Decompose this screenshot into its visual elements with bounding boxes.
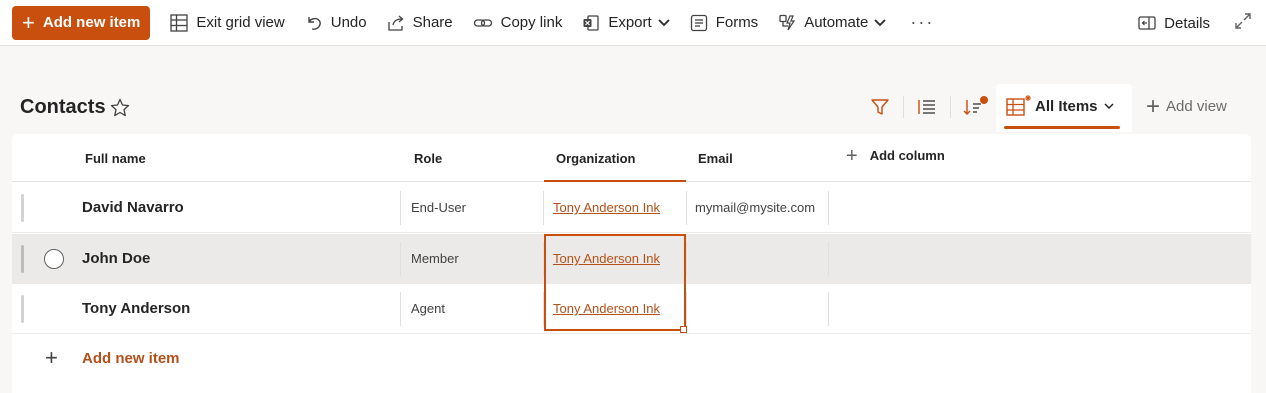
exit-grid-view-button[interactable]: Exit grid view [160, 6, 294, 40]
row-handle[interactable] [21, 194, 24, 222]
cell-divider [543, 242, 544, 276]
cell-divider [400, 242, 401, 276]
add-new-item-label: Add new item [42, 14, 141, 31]
cell-role[interactable]: Member [411, 251, 459, 266]
list-header: Contacts All Items + Add view [0, 84, 1266, 132]
cell-divider [686, 242, 687, 276]
more-options-button[interactable]: ··· [896, 12, 948, 33]
export-label: Export [608, 14, 652, 31]
add-new-item-button[interactable]: + Add new item [12, 5, 151, 40]
column-header-full-name[interactable]: Full name [85, 151, 146, 166]
details-pane-icon [1138, 16, 1156, 30]
add-column-button[interactable]: + Add column [846, 144, 945, 167]
export-button[interactable]: Export [572, 6, 679, 40]
cell-divider [828, 191, 829, 225]
details-button[interactable]: Details [1128, 6, 1220, 40]
cell-divider [400, 292, 401, 326]
cell-divider [543, 191, 544, 225]
expand-button[interactable] [1220, 12, 1266, 35]
chevron-down-icon [1104, 103, 1114, 110]
cell-organization-link[interactable]: Tony Anderson Ink [553, 301, 660, 316]
column-header-email[interactable]: Email [698, 151, 733, 166]
cell-divider [543, 292, 544, 326]
table-row[interactable]: David Navarro End-User Tony Anderson Ink… [12, 183, 1251, 233]
cell-full-name[interactable]: David Navarro [82, 199, 184, 216]
copy-link-button[interactable]: Copy link [463, 6, 573, 40]
cell-organization-link[interactable]: Tony Anderson Ink [553, 200, 660, 215]
cell-divider [686, 292, 687, 326]
row-select-radio[interactable] [44, 249, 64, 269]
add-view-label: Add view [1166, 98, 1227, 115]
selected-view-indicator [1004, 126, 1120, 129]
fill-handle[interactable] [680, 326, 687, 333]
view-name: All Items [1035, 98, 1098, 115]
cell-organization-link[interactable]: Tony Anderson Ink [553, 251, 660, 266]
add-new-item-inline-label: Add new item [82, 350, 180, 367]
share-label: Share [412, 14, 453, 31]
cell-divider [686, 191, 687, 225]
view-selector-all-items[interactable]: All Items [996, 84, 1132, 132]
plus-icon: + [45, 345, 58, 370]
add-new-item-row[interactable]: + Add new item [12, 334, 1251, 384]
cell-full-name[interactable]: Tony Anderson [82, 300, 190, 317]
sort-icon[interactable] [963, 96, 989, 123]
add-view-button[interactable]: + Add view [1146, 92, 1227, 120]
cell-divider [828, 292, 829, 326]
automate-button[interactable]: Automate [768, 6, 896, 40]
list-grid: Full name Role Organization Email + Add … [12, 134, 1251, 393]
automate-label: Automate [804, 14, 869, 31]
chevron-down-icon [874, 18, 887, 26]
undo-label: Undo [330, 14, 367, 31]
chevron-down-icon [658, 18, 670, 26]
copy-link-label: Copy link [500, 14, 563, 31]
plus-icon: + [22, 9, 35, 35]
divider [950, 96, 951, 118]
forms-button[interactable]: Forms [680, 6, 769, 40]
automate-icon [779, 14, 796, 30]
table-row[interactable]: Tony Anderson Agent Tony Anderson Ink [12, 284, 1251, 334]
excel-icon [583, 14, 599, 31]
undo-icon [308, 16, 321, 30]
row-handle[interactable] [21, 295, 24, 323]
forms-icon [690, 14, 707, 31]
add-column-label: Add column [869, 148, 945, 163]
group-by-icon[interactable] [917, 97, 937, 122]
selected-column-indicator [544, 180, 686, 182]
share-button[interactable]: Share [377, 6, 463, 40]
column-header-organization[interactable]: Organization [556, 151, 635, 166]
column-header-role[interactable]: Role [414, 151, 442, 166]
expand-icon [1235, 12, 1251, 29]
forms-label: Forms [715, 14, 759, 31]
share-icon [387, 15, 404, 31]
cell-divider [828, 242, 829, 276]
details-label: Details [1164, 14, 1210, 32]
undo-button[interactable]: Undo [295, 6, 377, 40]
cell-full-name[interactable]: John Doe [82, 250, 150, 267]
filter-icon[interactable] [870, 97, 890, 122]
table-row[interactable]: John Doe Member Tony Anderson Ink [12, 234, 1251, 284]
cell-role[interactable]: Agent [411, 301, 445, 316]
row-handle[interactable] [21, 245, 24, 273]
grid-view-icon [1006, 95, 1031, 116]
exit-grid-view-label: Exit grid view [196, 14, 285, 31]
cell-divider [400, 191, 401, 225]
link-icon [473, 18, 492, 27]
divider [903, 96, 904, 118]
favorite-star-icon[interactable] [110, 98, 130, 123]
plus-icon: + [1146, 92, 1161, 120]
plus-icon: + [846, 144, 858, 167]
list-title: Contacts [20, 96, 106, 118]
command-bar: + Add new item Exit grid view Undo Share… [0, 0, 1266, 46]
grid-icon [170, 13, 189, 32]
cell-email[interactable]: mymail@mysite.com [695, 200, 815, 215]
cell-role[interactable]: End-User [411, 200, 466, 215]
column-header-row: Full name Role Organization Email + Add … [12, 134, 1251, 182]
